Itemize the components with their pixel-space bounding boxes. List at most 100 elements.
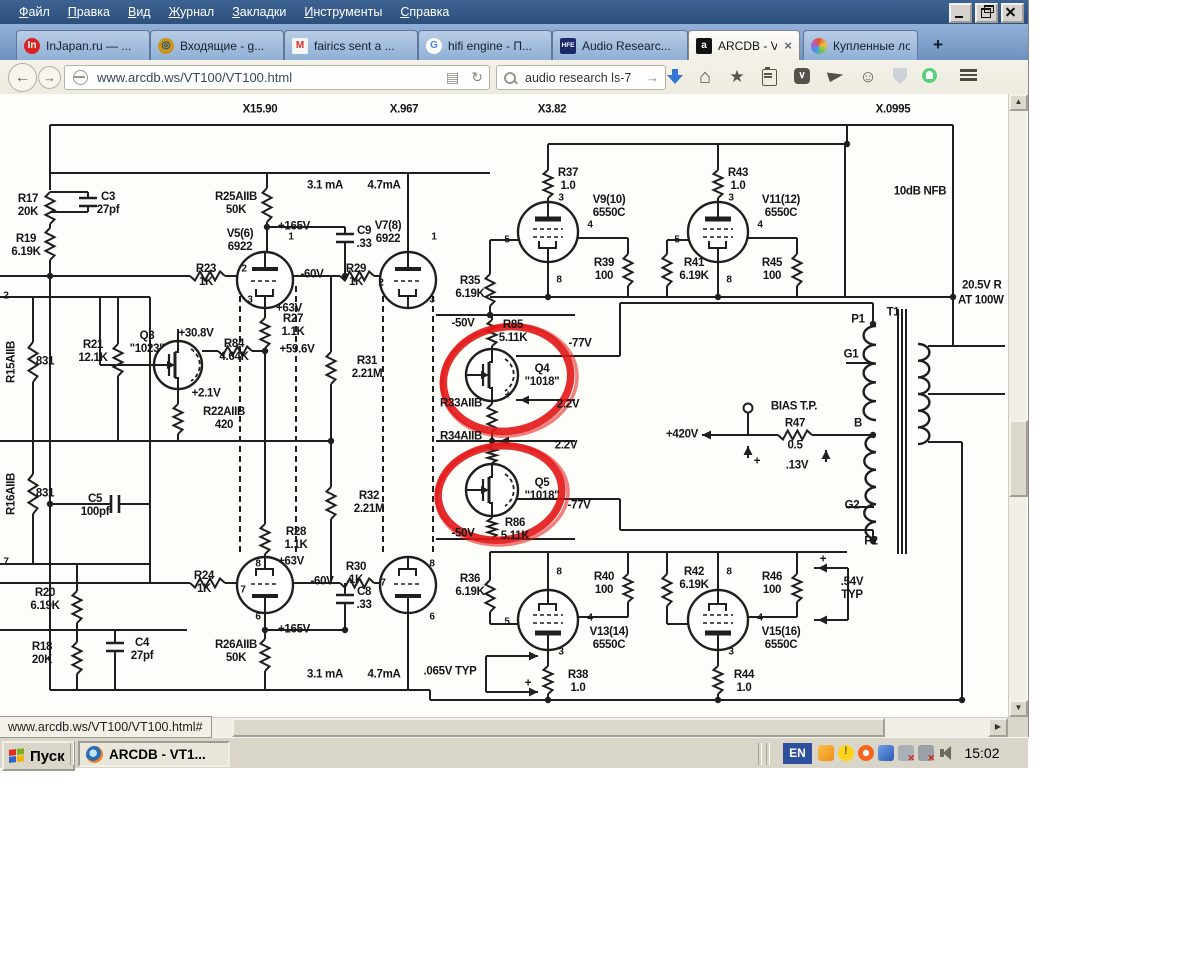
menu-item[interactable]: Инструменты	[295, 2, 391, 22]
vertical-scroll-thumb[interactable]	[1009, 420, 1028, 497]
scroll-right-button[interactable]: ▶	[988, 718, 1008, 737]
schematic-label: R34AIIB	[440, 431, 482, 444]
tab[interactable]: InInJapan.ru — ...	[16, 30, 150, 60]
schematic-label: R19 6.19K	[11, 233, 40, 259]
window-controls	[949, 3, 1024, 23]
tab-label: ARCDB - V...	[718, 39, 777, 53]
minimize-icon	[955, 16, 963, 18]
schematic-label: .13V	[786, 460, 808, 473]
search-input[interactable]	[523, 70, 646, 86]
tab[interactable]: HFEAudio Researc...	[552, 30, 688, 60]
schematic-label: X15.90	[243, 104, 278, 117]
reader-mode-icon[interactable]: ▤	[446, 69, 459, 86]
schematic-label: X.0995	[876, 104, 911, 117]
schematic-label: Q4 "1018"	[525, 363, 560, 389]
send-tab-button[interactable]	[824, 67, 846, 87]
schematic-label: R25AIIB 50K	[215, 191, 257, 217]
forward-button[interactable]: →	[38, 66, 61, 89]
protection-shield-button[interactable]	[889, 67, 911, 87]
vertical-scrollbar[interactable]: ▲ ▼	[1008, 94, 1027, 717]
tab[interactable]: ◎Входящие - g...	[150, 30, 284, 60]
ghostery-button[interactable]	[918, 67, 940, 87]
schematic-label: R41 6.19K	[679, 257, 708, 283]
hamburger-menu-button[interactable]	[955, 67, 981, 87]
schematic-label: R29 1K	[346, 263, 366, 289]
camera-off-icon[interactable]	[918, 745, 934, 761]
language-indicator[interactable]: EN	[783, 743, 812, 764]
schematic-label: 4	[757, 219, 762, 230]
schematic-label: +	[820, 554, 826, 567]
menu-item[interactable]: Справка	[391, 2, 458, 22]
home-button[interactable]: ⌂	[694, 67, 716, 87]
horizontal-scroll-thumb[interactable]	[232, 718, 885, 737]
reload-icon[interactable]: ↻	[471, 69, 483, 86]
tab[interactable]: Купленные ло...	[803, 30, 918, 60]
schematic-label: V5(6) 6922	[227, 228, 254, 254]
update-icon[interactable]	[818, 745, 834, 761]
schematic-label: R24 1K	[194, 570, 214, 596]
schematic-label: R18 20K	[32, 641, 52, 667]
schematic-label: Q3 "1023"	[130, 330, 165, 356]
url-bar[interactable]: ▤ ↻	[64, 65, 490, 90]
network-offline-icon[interactable]	[898, 745, 914, 761]
tab-label: fairics sent a ...	[314, 39, 395, 53]
schematic-label: Q5 "1018"	[525, 477, 560, 503]
schematic-label: 831	[36, 356, 54, 369]
schematic-label: R46 100	[762, 571, 782, 597]
menu-item[interactable]: Правка	[59, 2, 119, 22]
schematic-label: R22AIIB 420	[203, 406, 245, 432]
tab[interactable]: Mfairics sent a ...	[284, 30, 418, 60]
bookmark-star-button[interactable]: ★	[726, 67, 748, 87]
schematic-label: -50V	[451, 528, 474, 541]
menu-item[interactable]: Журнал	[160, 2, 224, 22]
menu-item[interactable]: Закладки	[223, 2, 295, 22]
agent-icon[interactable]	[858, 745, 874, 761]
chat-button[interactable]: ☺	[857, 67, 879, 87]
restore-button[interactable]	[975, 3, 998, 23]
back-button[interactable]: ←	[8, 63, 37, 92]
schematic-label: R35 6.19K	[455, 275, 484, 301]
schematic-label: V7(8) 6922	[375, 220, 402, 246]
bookmarks-menu-button[interactable]	[758, 67, 780, 87]
tab-active[interactable]: a ARCDB - V... ×	[688, 30, 800, 60]
search-go-icon[interactable]: →	[646, 70, 659, 85]
schematic-label: 1	[288, 231, 293, 242]
scroll-down-button[interactable]: ▼	[1009, 700, 1028, 717]
tab[interactable]: Ghifi engine - П...	[418, 30, 552, 60]
schematic-label: 4	[757, 612, 762, 623]
schematic-label: R43 1.0	[728, 167, 748, 193]
pocket-button[interactable]: ∨	[791, 67, 813, 87]
desktop: ФайлПравкаВидЖурналЗакладкиИнструментыСп…	[0, 0, 1182, 961]
close-button[interactable]	[1001, 3, 1024, 23]
volume-icon[interactable]	[938, 745, 954, 761]
url-input[interactable]	[95, 69, 440, 86]
tab-favicon: a	[696, 38, 712, 54]
schematic-label: .54V TYP	[841, 576, 863, 602]
new-tab-button[interactable]: +	[925, 33, 951, 57]
downloads-button[interactable]	[664, 69, 686, 89]
minimize-button[interactable]	[949, 3, 972, 23]
menu-item[interactable]: Файл	[10, 2, 59, 22]
taskbar-window-button[interactable]: ARCDB - VT1...	[78, 741, 230, 767]
network-icon[interactable]	[878, 745, 894, 761]
search-bar[interactable]: →	[496, 65, 666, 90]
scroll-up-button[interactable]: ▲	[1009, 94, 1028, 111]
ghostery-icon	[922, 68, 937, 83]
schematic-label: R84 4.64K	[219, 338, 248, 364]
schematic-label: 5	[504, 616, 509, 627]
start-button[interactable]: Пуск	[2, 741, 75, 771]
schematic-label: R27 1.1K	[281, 313, 304, 339]
site-globe-icon	[73, 70, 88, 85]
tab-close-icon[interactable]: ×	[784, 38, 792, 53]
schematic-label: R26AIIB 50K	[215, 639, 257, 665]
schematic-label: R30 1K	[346, 561, 366, 587]
menu-item[interactable]: Вид	[119, 2, 160, 22]
taskbar: Пуск ARCDB - VT1... EN 15:02	[0, 737, 1028, 768]
tab-favicon	[811, 38, 827, 54]
schematic-label: 8	[556, 274, 561, 285]
schematic-label: 4.7mA	[367, 669, 400, 682]
security-shield-icon[interactable]	[838, 745, 854, 761]
schematic-label: R23 1K	[196, 263, 216, 289]
taskbar-clock[interactable]: 15:02	[953, 743, 1011, 764]
tab-label: Audio Researc...	[582, 39, 671, 53]
